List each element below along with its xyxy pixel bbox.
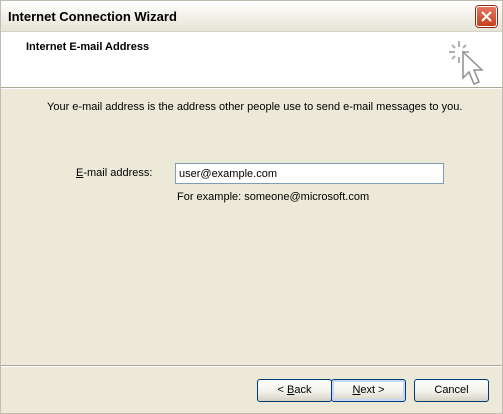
back-button[interactable]: < Back — [257, 379, 332, 402]
wizard-window: Internet Connection Wizard Internet E-ma… — [0, 0, 503, 414]
next-label: ext — [360, 384, 376, 396]
header-divider — [1, 87, 502, 89]
back-label: ack — [294, 384, 312, 396]
title-bar[interactable]: Internet Connection Wizard — [1, 1, 502, 32]
next-arrow: > — [375, 384, 385, 396]
page-title: Internet E-mail Address — [26, 41, 150, 53]
email-label: E-mail address: — [76, 167, 152, 179]
cancel-button[interactable]: Cancel — [414, 379, 489, 402]
email-label-text: -mail address: — [83, 167, 153, 179]
close-icon — [481, 11, 492, 22]
wizard-header: Internet E-mail Address — [1, 32, 502, 87]
window-title: Internet Connection Wizard — [8, 9, 177, 24]
email-field[interactable] — [175, 163, 444, 184]
close-button[interactable] — [476, 6, 497, 27]
intro-text: Your e-mail address is the address other… — [47, 101, 463, 113]
back-arrow: < — [277, 384, 287, 396]
footer-divider — [1, 365, 502, 367]
next-button[interactable]: Next > — [331, 379, 406, 402]
example-hint: For example: someone@microsoft.com — [177, 191, 370, 203]
wizard-wand-icon — [449, 41, 484, 85]
